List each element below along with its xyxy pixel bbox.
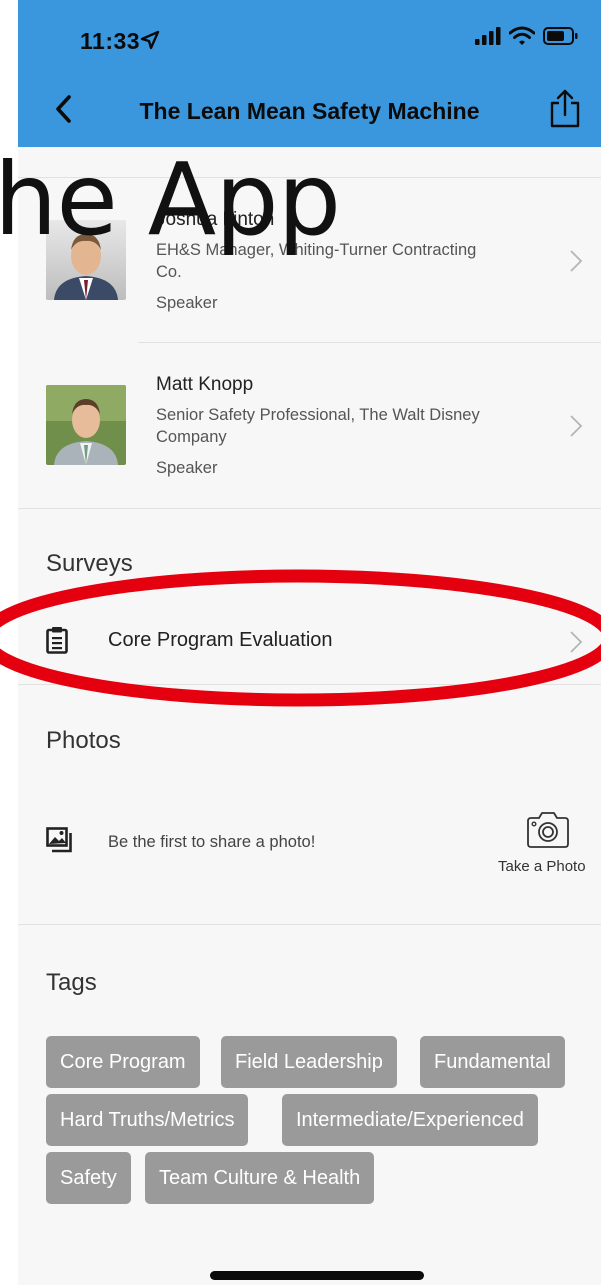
speaker-title: EH&S Manager, Whiting-Turner Contracting… bbox=[156, 241, 477, 281]
photo-gallery-icon bbox=[46, 827, 72, 853]
chevron-right-icon bbox=[569, 414, 583, 438]
survey-item[interactable]: Core Program Evaluation bbox=[18, 612, 601, 672]
wifi-icon bbox=[508, 26, 536, 51]
divider bbox=[18, 684, 601, 685]
status-icons bbox=[475, 26, 579, 51]
divider bbox=[138, 342, 601, 343]
tag-chip[interactable]: Core Program bbox=[46, 1036, 200, 1088]
camera-icon[interactable] bbox=[526, 809, 570, 849]
tag-chip[interactable]: Fundamental bbox=[420, 1036, 565, 1088]
tag-chip[interactable]: Field Leadership bbox=[221, 1036, 397, 1088]
divider bbox=[18, 177, 601, 178]
battery-icon bbox=[543, 27, 579, 50]
clipboard-icon bbox=[46, 626, 68, 654]
speaker-title: Senior Safety Professional, The Walt Dis… bbox=[156, 406, 480, 446]
nav-title: The Lean Mean Safety Machine bbox=[139, 98, 480, 124]
tags-heading: Tags bbox=[46, 969, 97, 996]
speaker-name: Matt Knopp bbox=[156, 374, 254, 395]
tag-chip[interactable]: Safety bbox=[46, 1152, 131, 1204]
photos-heading: Photos bbox=[46, 727, 121, 754]
session-detail: Joshua Linton EH&S Manager, Whiting-Turn… bbox=[18, 147, 601, 1285]
tag-chip[interactable]: Hard Truths/Metrics bbox=[46, 1094, 249, 1146]
speaker-role: Speaker bbox=[156, 294, 218, 312]
speaker-row[interactable]: Matt Knopp Senior Safety Professional, T… bbox=[18, 357, 601, 507]
survey-label: Core Program Evaluation bbox=[108, 629, 333, 651]
speaker-role: Speaker bbox=[156, 459, 218, 477]
speaker-row[interactable]: Joshua Linton EH&S Manager, Whiting-Turn… bbox=[18, 192, 601, 342]
top-bar: 11:33 The Lean Mean Safety Machine bbox=[18, 0, 601, 147]
share-icon[interactable] bbox=[547, 88, 583, 130]
speaker-name: Joshua Linton bbox=[156, 209, 275, 230]
avatar bbox=[46, 385, 126, 465]
photos-empty-message: Be the first to share a photo! bbox=[108, 833, 316, 851]
take-photo-label[interactable]: Take a Photo bbox=[498, 858, 586, 875]
chevron-right-icon bbox=[569, 630, 583, 654]
cellular-signal-icon bbox=[475, 27, 501, 50]
divider bbox=[18, 924, 601, 925]
surveys-heading: Surveys bbox=[46, 550, 133, 577]
avatar bbox=[46, 220, 126, 300]
location-arrow-icon bbox=[140, 30, 160, 55]
tag-chip[interactable]: Intermediate/Experienced bbox=[282, 1094, 538, 1146]
chevron-right-icon bbox=[569, 249, 583, 273]
home-indicator bbox=[210, 1271, 424, 1280]
tag-chip[interactable]: Team Culture & Health bbox=[145, 1152, 375, 1204]
divider bbox=[18, 508, 601, 509]
status-time: 11:33 bbox=[80, 28, 141, 54]
